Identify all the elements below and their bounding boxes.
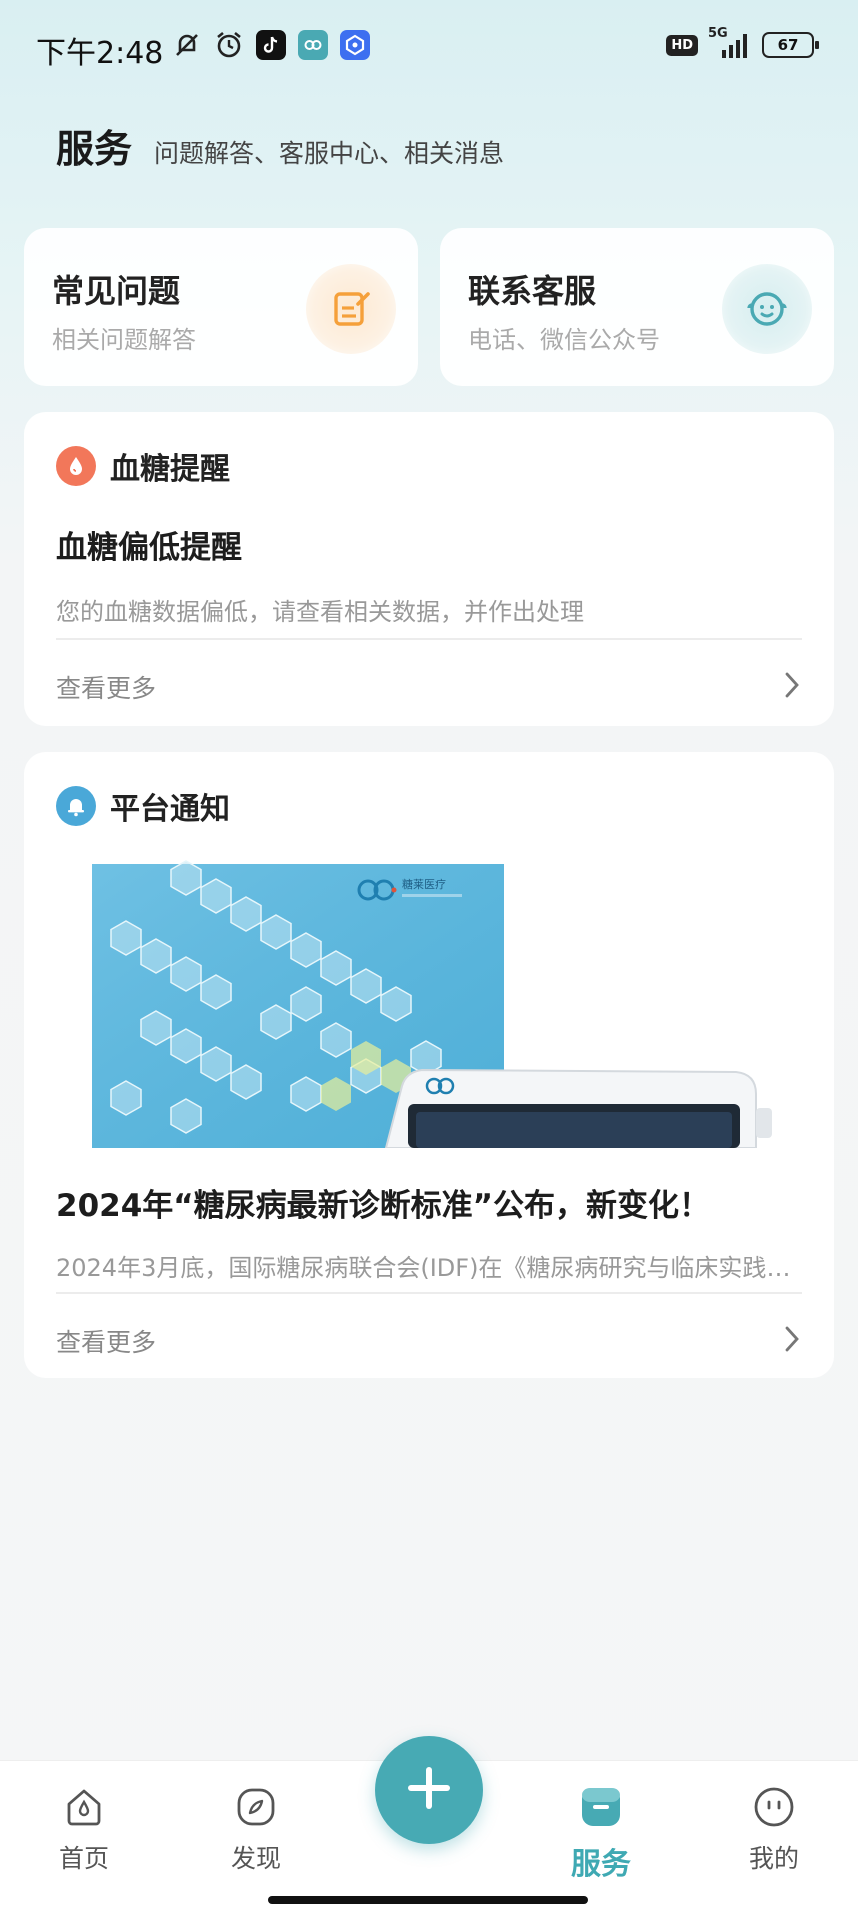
battery-level: 67	[777, 36, 799, 54]
network-label: 5G	[708, 26, 728, 41]
notice-item-desc: 2024年3月底，国际糖尿病联合会(IDF)在《糖尿病研究与临床实践》上发布了最…	[56, 1254, 802, 1282]
plus-icon	[405, 1764, 453, 1816]
glucose-section-title: 血糖提醒	[110, 452, 230, 487]
home-icon	[62, 1785, 106, 1833]
glucose-reminder-card: 血糖提醒 血糖偏低提醒 您的血糖数据偏低，请查看相关数据，并作出处理 查看更多	[24, 412, 834, 726]
notification-icons	[172, 30, 370, 60]
blood-drop-icon	[56, 446, 96, 486]
nav-discover-label: 发现	[230, 1844, 281, 1873]
glucose-view-more[interactable]: 查看更多	[56, 662, 802, 712]
blue-app-icon	[340, 30, 370, 60]
status-bar: 下午2:48 HD 5G 67	[0, 0, 858, 100]
contact-title: 联系客服	[468, 272, 597, 310]
status-time: 下午2:48	[36, 36, 164, 71]
glucose-item-title[interactable]: 血糖偏低提醒	[56, 522, 242, 567]
glucose-app-icon	[298, 30, 328, 60]
notice-section-title: 平台通知	[110, 792, 230, 827]
page-header: 服务 问题解答、客服中心、相关消息	[56, 118, 504, 173]
notice-view-more[interactable]: 查看更多	[56, 1316, 802, 1366]
tiktok-app-icon	[256, 30, 286, 60]
divider	[56, 1292, 802, 1294]
chevron-right-icon	[782, 670, 802, 704]
mute-icon	[172, 30, 202, 60]
notice-banner-image[interactable]: 糖莱医疗	[56, 858, 802, 1148]
platform-notice-card: 平台通知 糖莱医疗 2024年“糖尿病最新诊断标准”公布，新变化！ 2024年3…	[24, 752, 834, 1378]
hd-badge: HD	[666, 34, 698, 56]
profile-icon	[752, 1785, 796, 1833]
faq-title: 常见问题	[52, 272, 181, 310]
add-record-button[interactable]	[375, 1736, 483, 1844]
faq-subtitle: 相关问题解答	[52, 326, 196, 354]
notice-card-header: 平台通知	[56, 784, 230, 828]
glucose-card-header: 血糖提醒	[56, 444, 230, 488]
glucose-item-desc: 您的血糖数据偏低，请查看相关数据，并作出处理	[56, 598, 584, 626]
nav-discover[interactable]: 发现	[196, 1785, 316, 1875]
page-subtitle: 问题解答、客服中心、相关消息	[154, 139, 505, 168]
customer-service-icon	[722, 264, 812, 354]
compass-icon	[234, 1785, 278, 1833]
nav-home[interactable]: 首页	[24, 1785, 144, 1875]
notice-item-title[interactable]: 2024年“糖尿病最新诊断标准”公布，新变化！	[56, 1180, 710, 1225]
banner-brand-text: 糖莱医疗	[402, 877, 446, 891]
signal-icon: 5G	[708, 26, 752, 60]
bell-icon	[56, 786, 96, 826]
nav-profile[interactable]: 我的	[714, 1785, 834, 1875]
nav-home-label: 首页	[58, 1844, 109, 1873]
system-indicators: HD 5G 67	[666, 26, 819, 60]
nav-service[interactable]: 服务	[541, 1785, 661, 1883]
divider	[56, 638, 802, 640]
alarm-icon	[214, 30, 244, 60]
contact-subtitle: 电话、微信公众号	[468, 326, 660, 354]
edit-note-icon	[306, 264, 396, 354]
contact-service-card[interactable]: 联系客服 电话、微信公众号	[440, 228, 834, 386]
faq-card[interactable]: 常见问题 相关问题解答	[24, 228, 418, 386]
chevron-right-icon	[782, 1324, 802, 1358]
nav-service-label: 服务	[571, 1847, 631, 1882]
nav-profile-label: 我的	[748, 1844, 799, 1873]
view-more-label: 查看更多	[56, 1328, 157, 1357]
service-icon	[579, 1785, 623, 1833]
home-indicator[interactable]	[268, 1896, 588, 1904]
page-title: 服务	[56, 127, 133, 171]
battery-icon: 67	[762, 32, 819, 58]
view-more-label: 查看更多	[56, 674, 157, 703]
